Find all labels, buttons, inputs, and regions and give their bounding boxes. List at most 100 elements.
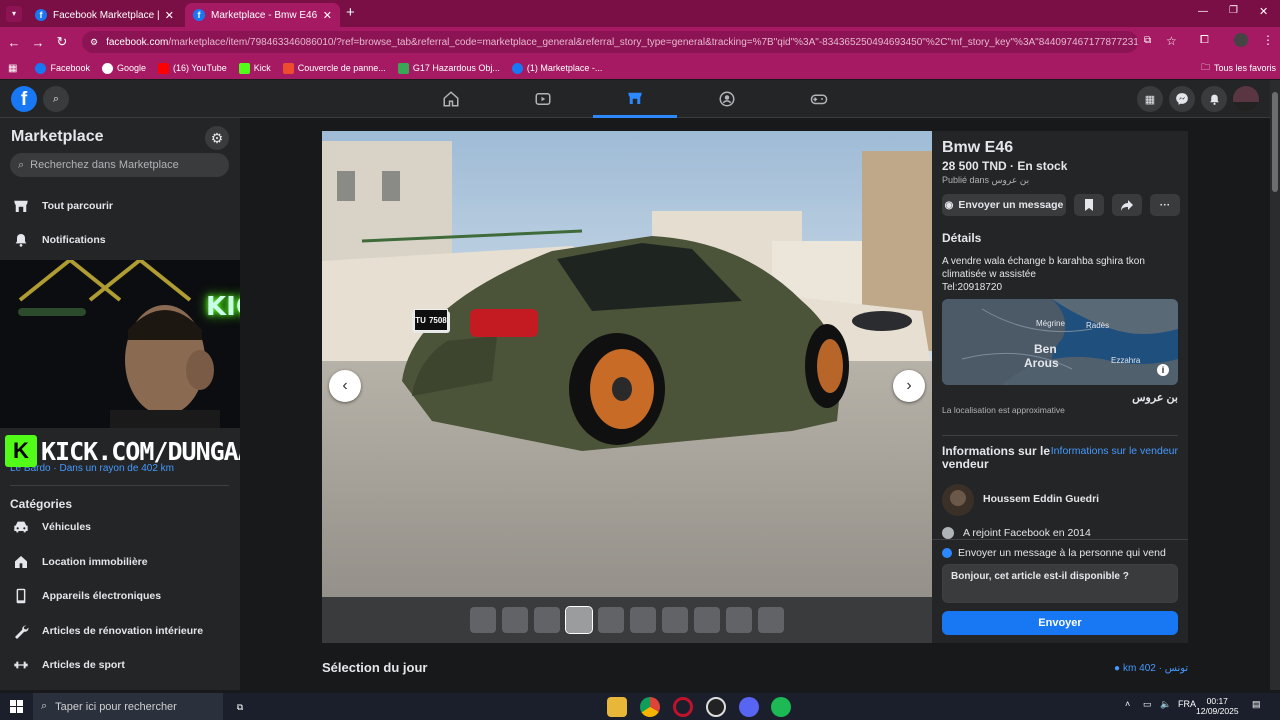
task-view-icon[interactable]: ⧉ [230,697,250,717]
photo-thumbnail[interactable] [470,607,496,633]
bookmark-kick[interactable]: Kick [238,62,271,74]
sidebar-item-home-improvement[interactable]: Articles de rénovation intérieure [10,616,203,646]
location-pin-icon: ● [1114,663,1121,674]
tray-chevron-icon[interactable]: ˄ [1125,699,1130,709]
close-tab-icon[interactable]: ✕ [323,9,332,22]
facebook-header: f ⌕ ▦ [0,80,1280,118]
sidebar-item-property-rentals[interactable]: Location immobilière [10,547,148,577]
license-plate: TU 7508 [414,309,448,331]
listing-price: 28 500 TND · En stock [942,159,1068,173]
reload-icon[interactable]: ↻ [50,34,74,50]
notification-center-icon[interactable]: ▤ [1252,699,1261,710]
nav-gaming-icon[interactable] [777,80,861,118]
sidebar-item-sporting-goods[interactable]: Articles de sport [10,650,125,680]
close-tab-icon[interactable]: ✕ [165,9,174,22]
sidebar-item-notifications[interactable]: Notifications [10,225,106,255]
notifications-bell-icon[interactable] [1201,86,1227,112]
bookmark-couvercle[interactable]: Couvercle de panne... [282,62,386,74]
back-icon[interactable]: ← [2,35,26,50]
sidebar-item-vehicles[interactable]: Véhicules [10,512,91,542]
kick-channel-badge: K KICK.COM/DUNGAA [5,433,253,469]
tab-list-dropdown[interactable]: ▾ [6,6,22,22]
seller-avatar[interactable] [942,484,974,516]
url-bar[interactable]: ⚙ facebook.com/marketplace/item/79846334… [82,31,1138,53]
chrome-icon[interactable] [640,697,660,717]
messenger-icon: ◉ [944,199,954,211]
sidebar-title: Marketplace [11,128,104,145]
bookmark-marketplace[interactable]: (1) Marketplace -... [511,62,602,74]
photo-thumbnail[interactable] [630,607,656,633]
bookmark-google[interactable]: Google [101,62,146,74]
network-icon[interactable]: ▭ [1143,699,1152,710]
volume-icon[interactable]: 🔈 [1160,699,1171,710]
search-icon[interactable]: ⌕ [43,86,69,112]
bookmarks-bar: ▦ Facebook Google (16) YouTube Kick Couv… [0,57,1280,79]
browser-menu-icon[interactable]: ⋮ [1262,33,1274,47]
send-button[interactable]: Envoyer [942,611,1178,635]
nav-home-icon[interactable] [409,80,493,118]
minimize-window-icon[interactable]: — [1198,6,1208,17]
site-info-icon[interactable]: ⚙ [90,37,98,48]
menu-grid-icon[interactable]: ▦ [1137,86,1163,112]
save-listing-button[interactable] [1074,194,1104,216]
tab-bmw-listing[interactable]: f Marketplace - Bmw E46 | Facebook ✕ [185,3,340,27]
bookmark-g17[interactable]: G17 Hazardous Obj... [397,62,500,74]
url-domain: facebook.com [106,36,169,48]
address-toolbar: ← → ↻ ⚙ facebook.com/marketplace/item/79… [0,27,1280,57]
account-avatar[interactable] [1233,86,1259,112]
apps-grid-icon[interactable]: ▦ [8,63,17,74]
seller-info-link[interactable]: Informations sur le vendeur [1051,445,1178,457]
photo-thumbnail[interactable] [726,607,752,633]
nav-marketplace-icon[interactable] [593,80,677,118]
obs-icon[interactable] [706,697,726,717]
location-map[interactable]: Mégrine Radès Ben Arous Ezzahra i [942,299,1178,385]
install-app-icon[interactable]: ⧉ [1144,35,1151,46]
photo-thumbnail[interactable] [758,607,784,633]
prev-photo-button[interactable]: ‹ [329,370,361,402]
listing-description: A vendre wala échange b karahba sghira t… [942,256,1145,293]
sidebar-item-electronics[interactable]: Appareils électroniques [10,581,161,611]
new-tab-button[interactable]: + [346,4,355,21]
settings-gear-icon[interactable]: ⚙ [205,126,229,150]
input-language[interactable]: FRA [1178,699,1196,709]
map-info-icon[interactable]: i [1157,364,1169,376]
seller-name[interactable]: Houssem Eddin Guedri [983,493,1099,505]
bookmark-facebook[interactable]: Facebook [35,62,90,74]
taskbar-clock[interactable]: 00:17 12/09/2025 [1196,696,1239,716]
scrollbar-thumb[interactable] [1272,92,1278,192]
profile-icon[interactable] [1234,33,1248,47]
nav-groups-icon[interactable] [685,80,769,118]
photo-thumbnail[interactable] [502,607,528,633]
messenger-icon[interactable] [1169,86,1195,112]
sidebar-item-browse-all[interactable]: Tout parcourir [10,191,113,221]
photo-thumbnail[interactable] [598,607,624,633]
message-textarea[interactable]: Bonjour, cet article est-il disponible ? [942,564,1178,603]
photo-thumbnail[interactable] [534,607,560,633]
photo-thumbnail[interactable] [662,607,688,633]
extensions-icon[interactable]: ⧠ [1200,34,1209,47]
forward-icon[interactable]: → [26,35,50,50]
bookmark-youtube[interactable]: (16) YouTube [158,62,227,74]
facebook-logo-icon[interactable]: f [11,86,37,112]
next-photo-button[interactable]: › [893,370,925,402]
opera-icon[interactable] [673,697,693,717]
all-bookmarks[interactable]: 🗀 Tous les favoris [1201,60,1276,76]
share-button[interactable] [1112,194,1142,216]
more-options-button[interactable]: ··· [1150,194,1180,216]
discord-icon[interactable] [739,697,759,717]
close-window-icon[interactable]: ✕ [1259,5,1268,18]
bookmark-star-icon[interactable]: ☆ [1166,34,1177,48]
photo-thumbnail[interactable] [694,607,720,633]
file-explorer-icon[interactable] [607,697,627,717]
photo-thumbnail[interactable] [565,606,593,634]
page-scrollbar[interactable] [1270,80,1280,690]
send-message-button[interactable]: ◉ Envoyer un message [942,194,1066,216]
tab-marketplace-home[interactable]: f Facebook Marketplace | Facebook ✕ [27,3,182,27]
taskbar-search-input[interactable]: ⌕ Taper ici pour rechercher [33,693,223,720]
nav-video-icon[interactable] [501,80,585,118]
marketplace-search-input[interactable]: ⌕ Recherchez dans Marketplace [10,153,229,177]
spotify-icon[interactable] [771,697,791,717]
selection-location-link[interactable]: ● km 402 · تونس [1114,663,1188,674]
restore-window-icon[interactable]: ❐ [1229,5,1238,16]
windows-start-icon[interactable] [10,700,23,713]
